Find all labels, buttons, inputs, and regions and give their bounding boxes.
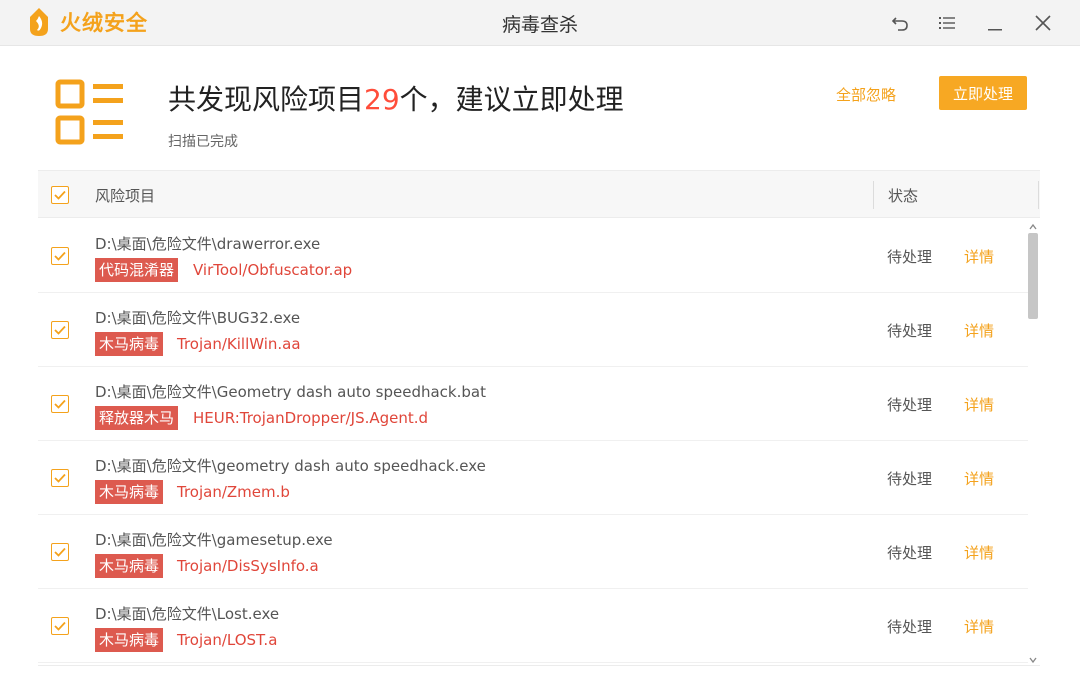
threat-type-badge: 释放器木马 bbox=[95, 406, 179, 430]
row-checkbox[interactable] bbox=[51, 321, 69, 339]
row-checkbox[interactable] bbox=[51, 395, 69, 413]
checkbox-checked-icon bbox=[54, 325, 66, 335]
column-divider[interactable] bbox=[1038, 181, 1039, 209]
checkbox-checked-icon bbox=[54, 399, 66, 409]
column-header-status: 状态 bbox=[888, 187, 919, 205]
close-button[interactable] bbox=[1028, 8, 1058, 38]
process-now-button[interactable]: 立即处理 bbox=[939, 76, 1027, 110]
checkbox-checked-icon bbox=[54, 251, 66, 261]
checkbox-checked-icon bbox=[54, 547, 66, 557]
table-row: D:\桌面\危险文件\Geometry dash auto speedhack.… bbox=[38, 367, 1028, 441]
threat-name: Trojan/DisSysInfo.a bbox=[177, 557, 319, 575]
threat-type-badge: 木马病毒 bbox=[95, 628, 164, 652]
threat-type-badge: 木马病毒 bbox=[95, 480, 164, 504]
table-header: 风险项目 状态 bbox=[38, 170, 1040, 218]
select-all-checkbox[interactable] bbox=[51, 186, 69, 204]
status-text: 待处理 bbox=[887, 322, 933, 340]
ignore-all-button[interactable]: 全部忽略 bbox=[836, 84, 896, 105]
summary-title-suffix: 个，建议立即处理 bbox=[399, 83, 624, 116]
file-path: D:\桌面\危险文件\drawerror.exe bbox=[95, 235, 321, 253]
row-checkbox[interactable] bbox=[51, 543, 69, 561]
menu-button[interactable] bbox=[932, 8, 962, 38]
detail-link[interactable]: 详情 bbox=[964, 468, 994, 489]
table-row: D:\桌面\危险文件\gamesetup.exe 木马病毒 Trojan/Dis… bbox=[38, 515, 1028, 589]
detail-link[interactable]: 详情 bbox=[964, 616, 994, 637]
file-path: D:\桌面\危险文件\geometry dash auto speedhack.… bbox=[95, 457, 486, 475]
scan-status: 扫描已完成 bbox=[168, 134, 238, 150]
scrollbar-thumb[interactable] bbox=[1028, 233, 1038, 319]
undo-icon bbox=[891, 17, 908, 31]
detail-link[interactable]: 详情 bbox=[964, 542, 994, 563]
file-path: D:\桌面\危险文件\BUG32.exe bbox=[95, 309, 301, 327]
detail-link[interactable]: 详情 bbox=[964, 394, 994, 415]
window-title: 病毒查杀 bbox=[501, 14, 578, 36]
detail-link[interactable]: 详情 bbox=[964, 246, 994, 267]
threat-name: HEUR:TrojanDropper/JS.Agent.d bbox=[193, 409, 429, 427]
column-header-risk: 风险项目 bbox=[95, 187, 156, 205]
checkbox-checked-icon bbox=[54, 190, 66, 200]
detail-link[interactable]: 详情 bbox=[964, 320, 994, 341]
threat-type-badge: 木马病毒 bbox=[95, 554, 164, 578]
threat-name: VirTool/Obfuscator.ap bbox=[193, 261, 353, 279]
minimize-icon bbox=[988, 29, 1002, 31]
status-text: 待处理 bbox=[887, 248, 933, 266]
minimize-button[interactable] bbox=[980, 8, 1010, 38]
file-path: D:\桌面\危险文件\Geometry dash auto speedhack.… bbox=[95, 383, 486, 401]
threat-name: Trojan/Zmem.b bbox=[177, 483, 290, 501]
summary-title: 共发现风险项目29个，建议立即处理 bbox=[168, 78, 624, 118]
checkbox-checked-icon bbox=[54, 621, 66, 631]
table-row: D:\桌面\危险文件\drawerror.exe 代码混淆器 VirTool/O… bbox=[38, 219, 1028, 293]
risk-list: D:\桌面\危险文件\drawerror.exe 代码混淆器 VirTool/O… bbox=[38, 219, 1028, 666]
row-checkbox[interactable] bbox=[51, 247, 69, 265]
threat-type-badge: 木马病毒 bbox=[95, 332, 164, 356]
row-checkbox[interactable] bbox=[51, 617, 69, 635]
scroll-up-arrow-icon[interactable] bbox=[1028, 222, 1038, 232]
risk-list-icon bbox=[55, 79, 123, 145]
close-icon bbox=[1035, 15, 1051, 31]
threat-name: Trojan/LOST.a bbox=[177, 631, 278, 649]
table-row: D:\桌面\危险文件\geometry dash auto speedhack.… bbox=[38, 441, 1028, 515]
status-text: 待处理 bbox=[887, 396, 933, 414]
column-divider[interactable] bbox=[873, 181, 874, 209]
file-path: D:\桌面\危险文件\Lost.exe bbox=[95, 605, 280, 623]
list-menu-icon bbox=[939, 17, 955, 29]
summary-title-prefix: 共发现风险项目 bbox=[168, 83, 365, 116]
status-text: 待处理 bbox=[887, 544, 933, 562]
status-text: 待处理 bbox=[887, 470, 933, 488]
table-row: D:\桌面\危险文件\BUG32.exe 木马病毒 Trojan/KillWin… bbox=[38, 293, 1028, 367]
risk-count: 29 bbox=[364, 83, 400, 116]
checkbox-checked-icon bbox=[54, 473, 66, 483]
undo-button[interactable] bbox=[885, 8, 915, 38]
row-checkbox[interactable] bbox=[51, 469, 69, 487]
table-row: D:\桌面\危险文件\Lost.exe 木马病毒 Trojan/LOST.a 待… bbox=[38, 589, 1028, 663]
table-bottom-border bbox=[38, 665, 1040, 666]
file-path: D:\桌面\危险文件\gamesetup.exe bbox=[95, 531, 333, 549]
status-text: 待处理 bbox=[887, 618, 933, 636]
threat-type-badge: 代码混淆器 bbox=[95, 258, 179, 282]
threat-name: Trojan/KillWin.aa bbox=[177, 335, 301, 353]
scroll-down-arrow-icon[interactable] bbox=[1028, 655, 1038, 665]
title-bar: 火绒安全 病毒查杀 bbox=[0, 0, 1080, 46]
